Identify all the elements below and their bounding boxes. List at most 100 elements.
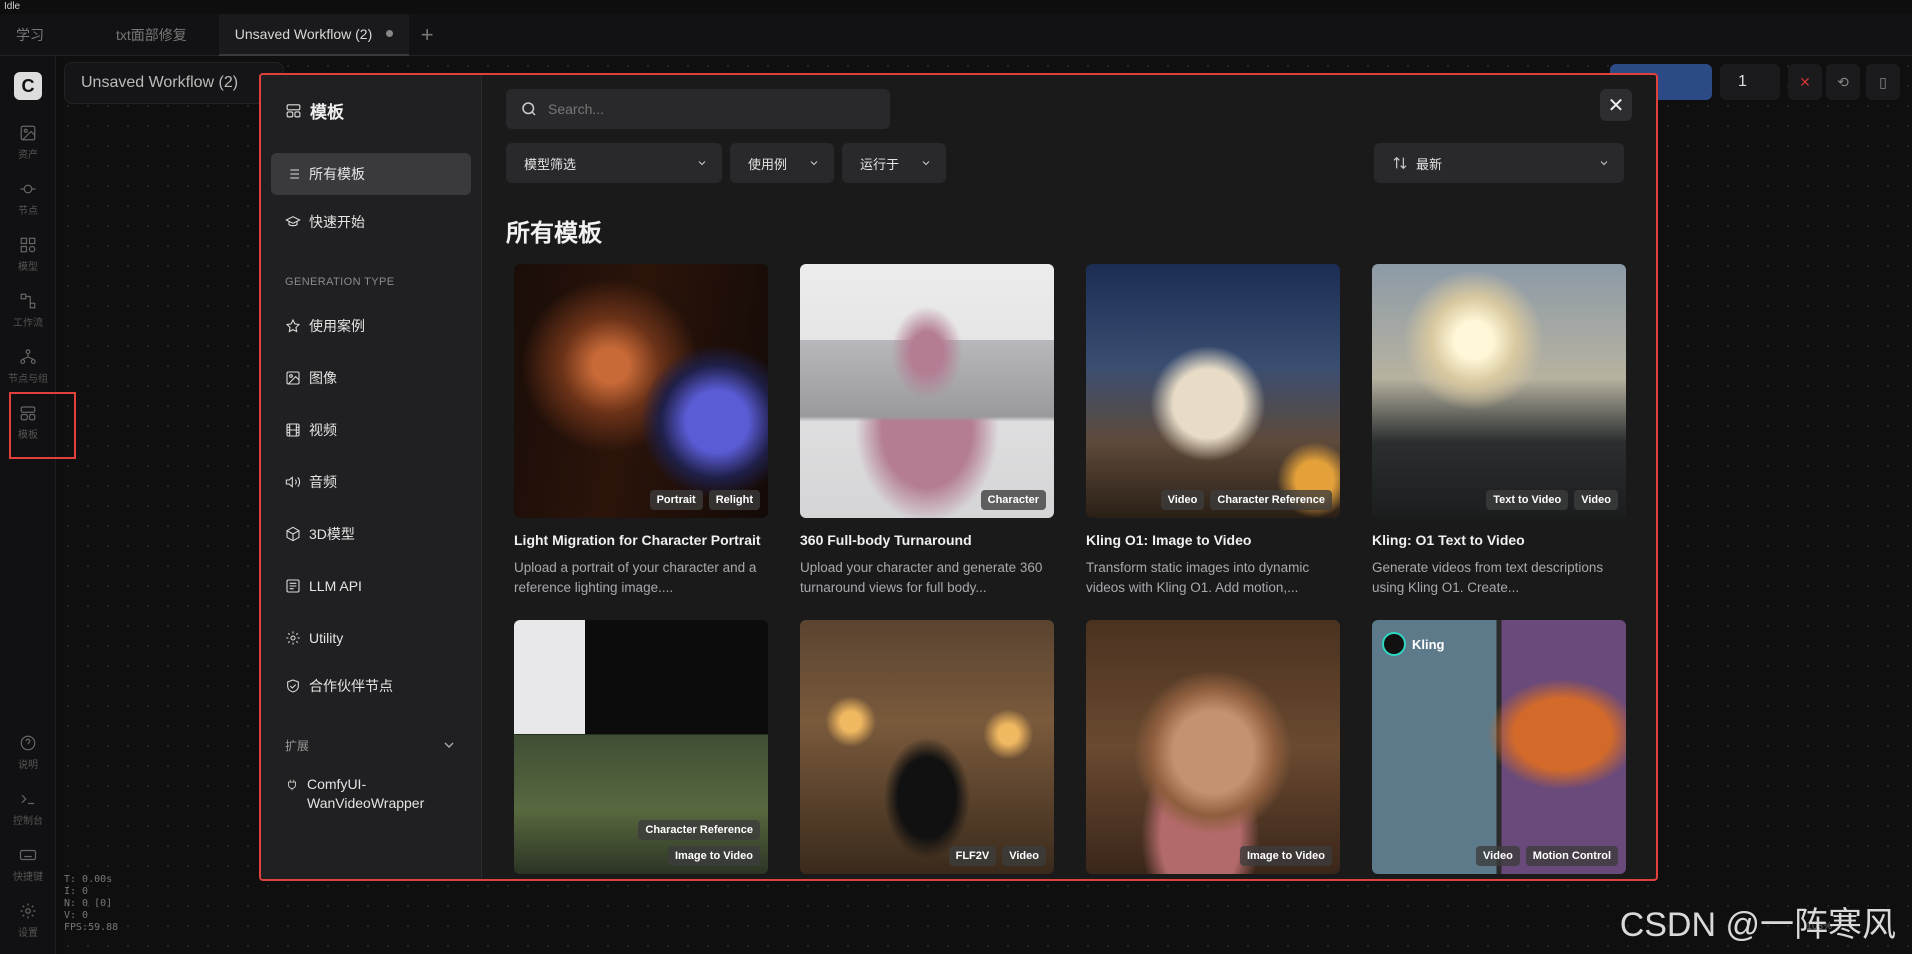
tab-learn[interactable]: 学习 bbox=[0, 14, 60, 56]
tab-face-fix[interactable]: txt面部修复 bbox=[100, 14, 203, 56]
cancel-run-icon[interactable]: ✕ bbox=[1788, 64, 1822, 100]
nav-use-cases[interactable]: 使用案例 bbox=[271, 305, 471, 347]
chevron-down-icon bbox=[810, 161, 818, 166]
template-thumbnail[interactable]: Character Reference Image to Video bbox=[514, 620, 768, 874]
stat-v: V: 0 bbox=[64, 910, 89, 921]
tag-badge: Relight bbox=[708, 490, 760, 510]
badge-group: Image to Video bbox=[1239, 846, 1332, 866]
rail-label: 节点与组 bbox=[8, 374, 48, 385]
nav-video[interactable]: 视频 bbox=[271, 409, 471, 451]
rail-nodes[interactable]: 节点 bbox=[0, 180, 56, 217]
template-thumbnail[interactable]: Video Character Reference bbox=[1086, 264, 1340, 518]
chevron-down-icon bbox=[698, 161, 706, 166]
nav-llm-api[interactable]: LLM API bbox=[271, 565, 471, 607]
badge-group: FLF2V Video bbox=[948, 846, 1046, 866]
add-tab-button[interactable]: + bbox=[409, 14, 445, 56]
rail-assets[interactable]: 资产 bbox=[0, 124, 56, 161]
history-icon[interactable]: ⟲ bbox=[1826, 64, 1860, 100]
extensions-header[interactable]: 扩展 bbox=[261, 727, 481, 763]
perf-stats: T: 0.00s I: 0 N: 0 [0] V: 0 FPS:59.88 bbox=[64, 874, 118, 934]
template-card[interactable]: Image to Video bbox=[1086, 620, 1340, 874]
rail-label: 设置 bbox=[18, 928, 38, 939]
model-filter-dropdown[interactable]: 模型筛选 bbox=[506, 143, 722, 183]
templates-modal: 模板 所有模板 快速开始 GENERATION TYPE 使用案例 图像 视频 bbox=[259, 73, 1658, 881]
template-thumbnail[interactable]: Portrait Relight bbox=[514, 264, 768, 518]
card-description: Upload your character and generate 360 t… bbox=[800, 560, 1043, 595]
film-icon bbox=[286, 423, 300, 437]
templates-main: ✕ 模型筛选 使用例 运行于 最新 所有模板 bbox=[482, 75, 1656, 879]
node-icon bbox=[20, 184, 36, 194]
watermark: CSDN @一阵寒风 bbox=[1619, 906, 1896, 944]
badge-group: Portrait Relight bbox=[649, 490, 760, 510]
image-icon bbox=[20, 125, 36, 141]
template-card[interactable]: Portrait Relight Light Migration for Cha… bbox=[514, 264, 768, 598]
nav-utility[interactable]: Utility bbox=[271, 617, 471, 659]
nav-audio[interactable]: 音频 bbox=[271, 461, 471, 503]
tag-badge: Image to Video bbox=[667, 846, 760, 866]
stat-i: I: 0 bbox=[64, 886, 89, 897]
star-icon bbox=[285, 318, 301, 333]
close-modal-button[interactable]: ✕ bbox=[1600, 89, 1632, 121]
nav-3d-model[interactable]: 3D模型 bbox=[271, 513, 471, 555]
panel-toggle-icon[interactable]: ▯ bbox=[1866, 64, 1900, 100]
rail-workflows[interactable]: 工作流 bbox=[0, 292, 56, 329]
section-title: 所有模板 bbox=[506, 220, 602, 247]
template-card[interactable]: Text to Video Video Kling: O1 Text to Vi… bbox=[1372, 264, 1626, 598]
template-thumbnail[interactable]: FLF2V Video bbox=[800, 620, 1054, 874]
help-icon bbox=[20, 735, 36, 751]
runs-on-dropdown[interactable]: 运行于 bbox=[842, 143, 946, 183]
nav-quick-start[interactable]: 快速开始 bbox=[271, 201, 471, 243]
rail-settings[interactable]: 设置 bbox=[0, 902, 56, 939]
chevron-down-icon bbox=[922, 161, 930, 166]
terminal-icon bbox=[21, 794, 34, 805]
gear-icon bbox=[20, 903, 36, 919]
brand-label: Kling bbox=[1412, 636, 1445, 652]
nav-label: 合作伙伴节点 bbox=[309, 678, 393, 694]
run-count-input[interactable]: 1 bbox=[1720, 64, 1780, 100]
nav-label: 使用案例 bbox=[309, 318, 365, 334]
use-case-dropdown[interactable]: 使用例 bbox=[730, 143, 834, 183]
card-title: Light Migration for Character Portrait bbox=[514, 532, 761, 548]
rail-models[interactable]: 模型 bbox=[0, 236, 56, 273]
list-icon bbox=[287, 169, 299, 179]
search-box[interactable] bbox=[506, 89, 890, 129]
card-description: Generate videos from text descriptions u… bbox=[1372, 560, 1604, 595]
nav-label: LLM API bbox=[309, 578, 362, 594]
ext-wanvideowrapper[interactable]: ComfyUI-WanVideoWrapper bbox=[261, 775, 481, 813]
template-thumbnail[interactable]: Kling Video Motion Control bbox=[1372, 620, 1626, 874]
plugin-icon bbox=[288, 779, 296, 791]
nav-image[interactable]: 图像 bbox=[271, 357, 471, 399]
dropdown-label: 使用例 bbox=[748, 156, 788, 172]
rail-label: 快捷键 bbox=[13, 872, 43, 883]
nav-label: Utility bbox=[309, 630, 344, 646]
tag-badge: Video bbox=[1002, 846, 1046, 866]
nav-partner-nodes[interactable]: 合作伙伴节点 bbox=[271, 665, 471, 707]
template-card[interactable]: Character Reference Image to Video bbox=[514, 620, 768, 874]
rail-help[interactable]: 说明 bbox=[0, 734, 56, 771]
template-card[interactable]: Character 360 Full-body Turnaround Uploa… bbox=[800, 264, 1054, 598]
tab-label: txt面部修复 bbox=[116, 26, 187, 43]
template-card[interactable]: Video Character Reference Kling O1: Imag… bbox=[1086, 264, 1340, 598]
extensions-label: 扩展 bbox=[285, 738, 310, 753]
dropdown-label: 运行于 bbox=[860, 156, 900, 172]
rail-console[interactable]: 控制台 bbox=[0, 790, 56, 827]
nav-all-templates[interactable]: 所有模板 bbox=[271, 153, 471, 195]
workflow-title[interactable]: Unsaved Workflow (2) bbox=[64, 62, 284, 104]
rail-shortcuts[interactable]: 快捷键 bbox=[0, 846, 56, 883]
stat-time: T: 0.00s bbox=[64, 874, 113, 885]
template-thumbnail[interactable]: Image to Video bbox=[1086, 620, 1340, 874]
template-card[interactable]: FLF2V Video bbox=[800, 620, 1054, 874]
modal-title: 模板 bbox=[261, 95, 481, 125]
rail-node-groups[interactable]: 节点与组 bbox=[0, 348, 56, 385]
sort-dropdown[interactable]: 最新 bbox=[1374, 143, 1624, 183]
rail-label: 资产 bbox=[18, 150, 38, 161]
template-thumbnail[interactable]: Text to Video Video bbox=[1372, 264, 1626, 518]
sort-icon bbox=[1393, 156, 1407, 170]
handshake-icon bbox=[287, 679, 299, 693]
search-input[interactable] bbox=[548, 101, 848, 117]
rail-label: 控制台 bbox=[13, 816, 43, 827]
tag-badge: Video bbox=[1476, 846, 1520, 866]
tab-unsaved-workflow[interactable]: Unsaved Workflow (2) bbox=[218, 13, 410, 56]
template-thumbnail[interactable]: Character bbox=[800, 264, 1054, 518]
template-card[interactable]: Kling Video Motion Control bbox=[1372, 620, 1626, 874]
